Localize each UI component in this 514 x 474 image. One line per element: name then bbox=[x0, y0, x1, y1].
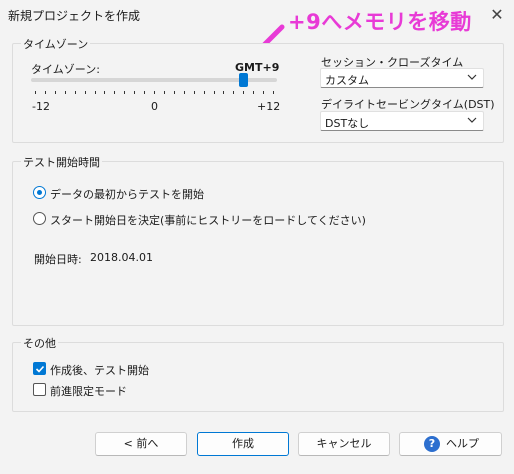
radio-from-start[interactable] bbox=[33, 186, 46, 199]
slider-tick bbox=[193, 91, 195, 94]
timezone-slider-thumb[interactable] bbox=[238, 73, 248, 87]
tick-label-max: +12 bbox=[257, 100, 281, 113]
annotation-text: +9へメモリを移動 bbox=[288, 10, 472, 34]
radio-set-date[interactable] bbox=[33, 212, 46, 225]
cancel-button[interactable]: キャンセル bbox=[298, 432, 390, 456]
help-button[interactable]: ? ヘルプ bbox=[399, 432, 502, 456]
help-button-label: ヘルプ bbox=[446, 437, 479, 450]
slider-tick bbox=[114, 91, 116, 94]
slider-tick bbox=[203, 91, 205, 94]
radio-set-date-label[interactable]: スタート開始日を決定(事前にヒストリーをロードしてください) bbox=[50, 212, 366, 228]
slider-tick bbox=[233, 91, 235, 94]
tick-label-mid: 0 bbox=[151, 100, 158, 113]
slider-tick bbox=[253, 91, 255, 94]
slider-tick bbox=[54, 91, 56, 94]
slider-tick bbox=[84, 91, 86, 94]
slider-tick bbox=[273, 91, 274, 94]
slider-tick bbox=[183, 91, 185, 94]
help-icon: ? bbox=[424, 436, 440, 452]
slider-tick bbox=[154, 91, 155, 94]
close-button[interactable]: ✕ bbox=[486, 4, 508, 26]
slider-tick bbox=[173, 91, 175, 94]
dst-label: デイライトセービングタイム(DST) bbox=[321, 98, 495, 111]
start-datetime-label: 開始日時: bbox=[34, 253, 82, 266]
slider-tick bbox=[144, 91, 146, 94]
slider-tick bbox=[64, 91, 66, 94]
slider-tick bbox=[134, 91, 136, 94]
slider-tick bbox=[74, 91, 76, 94]
tick-label-min: -12 bbox=[32, 100, 50, 113]
slider-tick bbox=[163, 91, 165, 94]
checkbox-after-create-label[interactable]: 作成後、テスト開始 bbox=[50, 362, 149, 378]
slider-tick bbox=[124, 91, 126, 94]
slider-tick bbox=[104, 91, 106, 94]
checkmark-icon bbox=[35, 365, 45, 373]
create-button[interactable]: 作成 bbox=[197, 432, 289, 456]
slider-tick bbox=[213, 91, 215, 94]
dst-value: DSTなし bbox=[325, 117, 370, 130]
slider-tick bbox=[263, 91, 265, 94]
back-button[interactable]: < 前へ bbox=[95, 432, 187, 456]
checkbox-forward-only-label[interactable]: 前進限定モード bbox=[50, 383, 127, 399]
slider-tick bbox=[94, 91, 96, 94]
dst-select[interactable]: DSTなし bbox=[320, 111, 484, 131]
slider-tick bbox=[223, 91, 225, 94]
slider-tick bbox=[35, 91, 36, 94]
slider-tick bbox=[44, 91, 46, 94]
timezone-group-label: タイムゾーン bbox=[21, 36, 91, 52]
other-group-label: その他 bbox=[21, 335, 58, 351]
session-close-value: カスタム bbox=[325, 74, 369, 87]
timezone-slider-label: タイムゾーン: bbox=[31, 63, 100, 76]
window-title: 新規プロジェクトを作成 bbox=[8, 9, 141, 23]
session-close-select[interactable]: カスタム bbox=[320, 68, 484, 88]
start-datetime-value: 2018.04.01 bbox=[90, 251, 153, 264]
checkbox-forward-only[interactable] bbox=[33, 383, 46, 396]
chevron-down-icon bbox=[467, 74, 477, 80]
chevron-down-icon bbox=[467, 117, 477, 123]
test-start-group-label: テスト開始時間 bbox=[21, 154, 102, 170]
slider-tick bbox=[243, 91, 245, 94]
radio-from-start-label[interactable]: データの最初からテストを開始 bbox=[50, 186, 204, 202]
checkbox-after-create[interactable] bbox=[33, 362, 46, 375]
